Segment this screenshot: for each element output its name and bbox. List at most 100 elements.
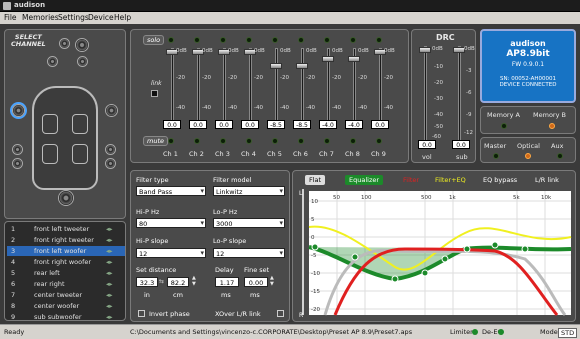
link-checkbox[interactable] [151,90,158,97]
fine-set-field[interactable]: 0.00 [244,277,268,287]
speaker-front-left-woofer[interactable] [12,104,25,117]
list-item[interactable]: 4 front right woofer ◂▸ [7,257,125,267]
distance-stepper[interactable]: ▲ ▼ [192,275,196,287]
source-optical-led[interactable] [525,153,531,159]
equalizer-button[interactable]: Equalizer [345,175,384,185]
solo-led[interactable] [376,37,382,43]
fader-knob[interactable] [322,56,334,62]
drc-sub-value[interactable]: 0.0 [452,140,470,149]
filter-type-select[interactable]: Band Pass [136,186,206,196]
memory-a-led[interactable] [501,123,507,129]
eq-graph[interactable]: 50 100 500 1k 5k 10k1050-5-10-15-20 L R [295,187,575,321]
menu-file[interactable]: File [4,13,17,22]
invert-phase-checkbox[interactable] [138,310,145,317]
speaker-front-right-tweeter[interactable] [77,56,88,67]
delay-field[interactable]: 1.17 [215,277,239,287]
channel-gain-value[interactable]: 0.0 [163,120,181,129]
speaker-rear-left-2[interactable] [12,158,23,169]
channel-fader[interactable] [270,48,282,126]
hp-hz-select[interactable]: 80 [136,218,206,228]
drc-sub-fader[interactable] [453,46,465,144]
fader-knob[interactable] [348,56,360,62]
mute-led[interactable] [376,138,382,144]
solo-led[interactable] [272,37,278,43]
speaker-rear-left[interactable] [12,144,23,155]
menu-memories[interactable]: Memories [22,13,59,22]
channel-gain-value[interactable]: -4.0 [319,120,337,129]
list-item[interactable]: 8 center woofer ◂▸ [7,301,125,311]
solo-led[interactable] [246,37,252,43]
eq-bypass-toggle[interactable]: EQ bypass [479,175,521,185]
distance-in-field[interactable]: 32.3 [136,277,158,287]
fader-scale-tick: 0dB [202,48,213,54]
drc-vol-value[interactable]: 0.0 [418,140,436,149]
list-item[interactable]: 3 front left woofer ◂▸ [7,246,125,256]
mute-led[interactable] [168,138,174,144]
channel-gain-value[interactable]: -8.5 [293,120,311,129]
channel-fader[interactable] [322,48,334,126]
mute-led[interactable] [350,138,356,144]
channel-fader[interactable] [244,48,256,126]
list-item[interactable]: 7 center tweeter ◂▸ [7,290,125,300]
filter-toggle[interactable]: Filter [399,175,423,185]
list-item[interactable]: 9 sub subwoofer ◂▸ [7,312,125,322]
mute-led[interactable] [220,138,226,144]
menu-help[interactable]: Help [114,13,131,22]
channel-fader[interactable] [348,48,360,126]
mute-led[interactable] [298,138,304,144]
mode-label: Mode [540,328,558,336]
solo-led[interactable] [220,37,226,43]
filter-model-select[interactable]: Linkwitz [213,186,285,196]
fine-set-stepper[interactable]: ▲ ▼ [270,275,274,287]
xover-link-checkbox[interactable] [277,310,284,317]
solo-led[interactable] [324,37,330,43]
menu-settings[interactable]: Settings [58,13,89,22]
list-item[interactable]: 6 rear right ◂▸ [7,279,125,289]
channel-fader[interactable] [166,48,178,126]
solo-led[interactable] [168,37,174,43]
menu-device[interactable]: Device [88,13,114,22]
speaker-rear-right[interactable] [105,144,116,155]
speaker-center-tweeter[interactable] [59,38,70,49]
fader-knob[interactable] [270,63,282,69]
channel-gain-value[interactable]: 0.0 [189,120,207,129]
channel-gain-value[interactable]: -8.5 [267,120,285,129]
hp-slope-select[interactable]: 12 [136,248,206,258]
filter-eq-toggle[interactable]: Filter+EQ [431,175,470,185]
drc-vol-fader[interactable] [419,46,431,144]
solo-led[interactable] [194,37,200,43]
channel-gain-value[interactable]: 0.0 [371,120,389,129]
speaker-subwoofer[interactable] [58,190,74,206]
mute-led[interactable] [272,138,278,144]
lp-hz-select[interactable]: 3000 [213,218,285,228]
speaker-rear-right-2[interactable] [105,158,116,169]
channel-gain-value[interactable]: 0.0 [241,120,259,129]
solo-led[interactable] [350,37,356,43]
list-item[interactable]: 5 rear left ◂▸ [7,268,125,278]
flat-button[interactable]: Flat [305,175,326,185]
fader-scale-tick: -20 [176,75,185,81]
mute-led[interactable] [324,138,330,144]
solo-led[interactable] [298,37,304,43]
speaker-center-woofer[interactable] [75,38,89,52]
channel-gain-value[interactable]: -4.0 [345,120,363,129]
source-master-led[interactable] [493,153,499,159]
lr-link-toggle[interactable]: L/R link [531,175,563,185]
mute-led[interactable] [194,138,200,144]
speaker-front-left-tweeter[interactable] [47,56,58,67]
list-item[interactable]: 2 front right tweeter ◂▸ [7,235,125,245]
distance-cm-field[interactable]: 82.2 [167,277,189,287]
channel-fader[interactable] [192,48,204,126]
source-aux-led[interactable] [557,153,563,159]
channel-gain-value[interactable]: 0.0 [215,120,233,129]
channel-fader[interactable] [374,48,386,126]
channel-fader[interactable] [218,48,230,126]
mute-led[interactable] [246,138,252,144]
speaker-front-right-woofer[interactable] [105,104,118,117]
channel-fader[interactable] [296,48,308,126]
memory-b-led[interactable] [549,123,555,129]
fader-knob[interactable] [296,63,308,69]
drc-vol-knob[interactable] [419,47,431,53]
list-item[interactable]: 1 front left tweeter ◂▸ [7,224,125,234]
lp-slope-select[interactable]: 12 [213,248,285,258]
